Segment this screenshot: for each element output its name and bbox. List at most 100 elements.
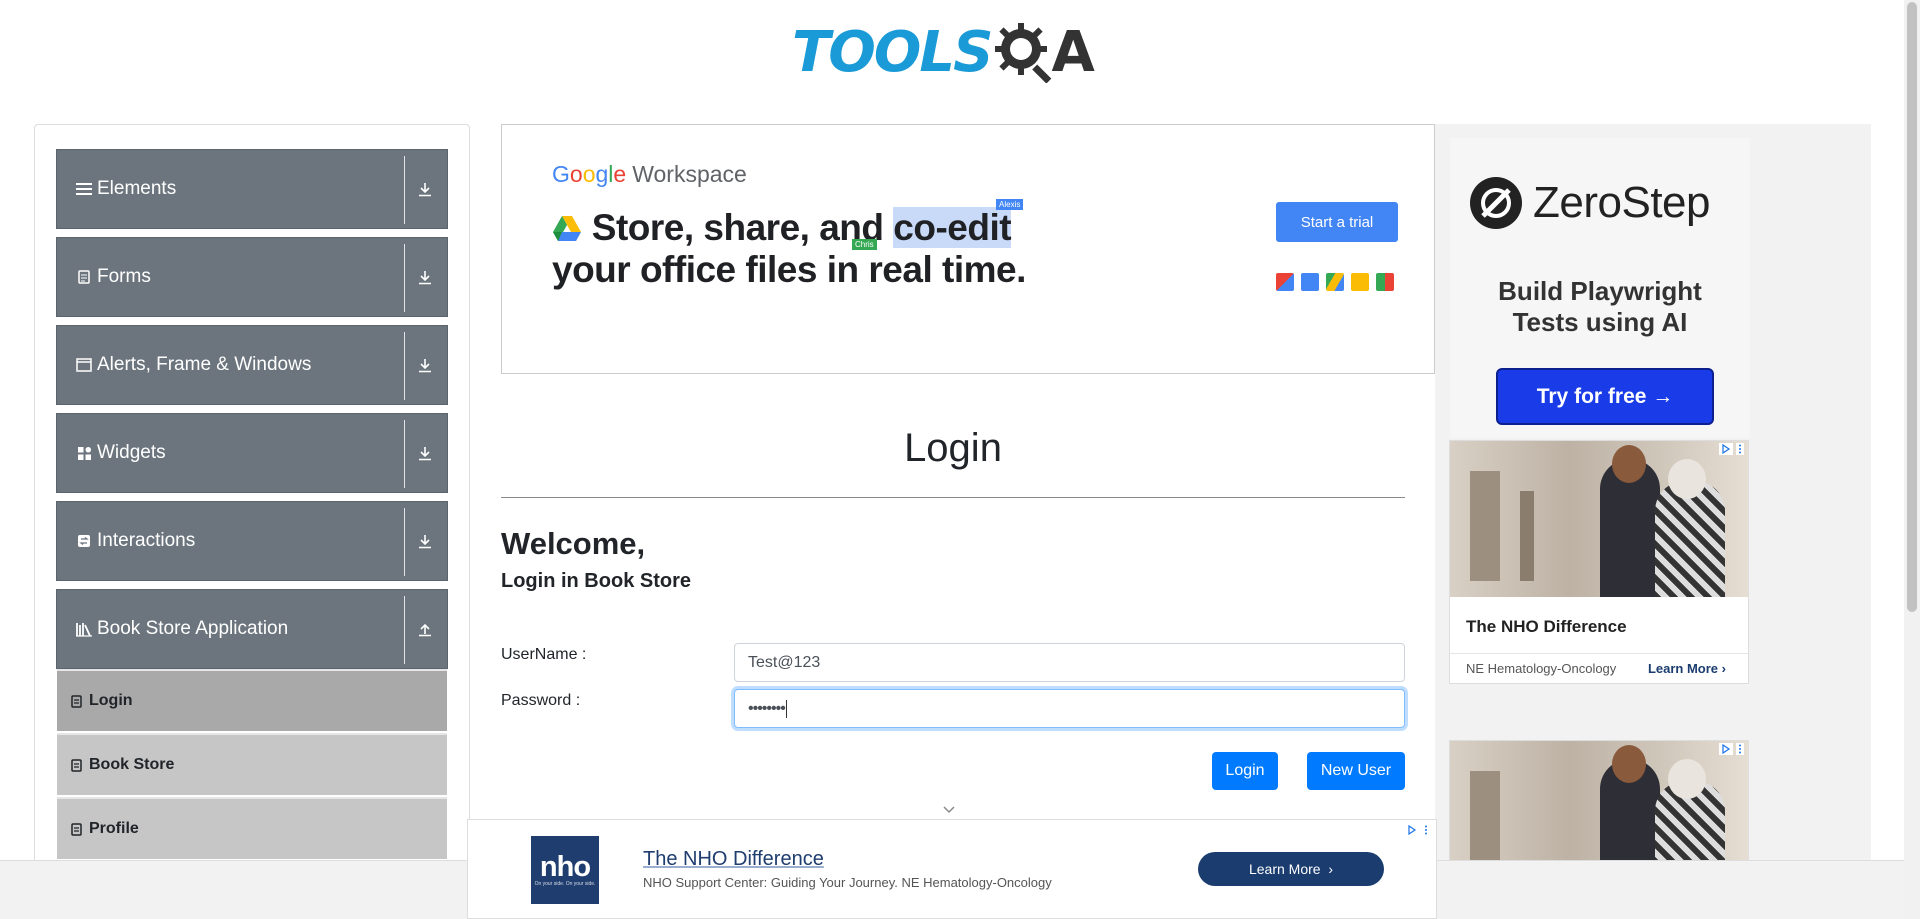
collaborator-tag-alexis: Alexis bbox=[996, 199, 1024, 210]
nho-ad-card[interactable]: The NHO Difference NE Hematology-Oncolog… bbox=[1449, 440, 1749, 684]
download-arrow-icon[interactable] bbox=[413, 264, 437, 290]
sidebar-item-profile[interactable]: Profile bbox=[57, 797, 447, 859]
start-trial-button[interactable]: Start a trial bbox=[1276, 202, 1398, 242]
page-scrollbar[interactable] bbox=[1904, 0, 1920, 919]
sidebar-group-label: Forms bbox=[97, 266, 151, 287]
sidebar-group-widgets[interactable]: Widgets bbox=[56, 413, 448, 493]
username-label: UserName : bbox=[501, 646, 587, 663]
nho-card-footer: NE Hematology-Oncology Learn More › bbox=[1450, 653, 1748, 683]
password-field[interactable]: •••••••• bbox=[734, 689, 1405, 728]
divider bbox=[404, 332, 405, 400]
zerostep-tagline: Build Playwright Tests using AI bbox=[1450, 276, 1750, 338]
bottom-ad-learn-more-button[interactable]: Learn More › bbox=[1198, 852, 1384, 886]
text-cursor bbox=[785, 699, 787, 718]
password-value: •••••••• bbox=[748, 699, 786, 717]
sidebar-group-alerts[interactable]: Alerts, Frame & Windows bbox=[56, 325, 448, 405]
photo-person bbox=[1612, 445, 1646, 483]
workspace-apps-icons bbox=[1276, 273, 1394, 291]
books-icon bbox=[73, 621, 95, 637]
bottom-ad-description: NHO Support Center: Guiding Your Journey… bbox=[643, 875, 1052, 890]
divider bbox=[404, 156, 405, 224]
google-drive-icon bbox=[553, 216, 581, 241]
right-ad-column: ZeroStep Build Playwright Tests using AI… bbox=[1435, 124, 1871, 919]
welcome-subtitle: Login in Book Store bbox=[501, 570, 691, 592]
download-arrow-icon[interactable] bbox=[413, 176, 437, 202]
nho-card-source: NE Hematology-Oncology bbox=[1466, 661, 1617, 676]
nho-card-title: The NHO Difference bbox=[1466, 617, 1627, 636]
new-user-button[interactable]: New User bbox=[1307, 752, 1405, 790]
drive-icon bbox=[1326, 273, 1344, 291]
adchoices-icon[interactable] bbox=[1405, 824, 1430, 836]
sidebar-group-label: Interactions bbox=[97, 530, 196, 551]
nho-logo-tagline: On your side. On your side. bbox=[534, 881, 596, 887]
nho-logo-text: nho bbox=[539, 851, 591, 883]
headline-line-2: your office files in real time. bbox=[552, 249, 1026, 291]
login-button[interactable]: Login bbox=[1212, 752, 1278, 790]
headline-text: Store, share, and bbox=[591, 207, 894, 248]
chevron-down-icon[interactable] bbox=[939, 802, 959, 816]
gmail-icon bbox=[1276, 273, 1294, 291]
headline-text: your office files in bbox=[552, 249, 869, 290]
document-icon bbox=[71, 822, 85, 836]
welcome-heading: Welcome, bbox=[501, 526, 646, 561]
sidebar-group-book-store[interactable]: Book Store Application bbox=[56, 589, 448, 669]
tagline-line: Tests using AI bbox=[1512, 307, 1688, 337]
sidebar-group-forms[interactable]: Forms bbox=[56, 237, 448, 317]
zerostep-icon bbox=[1470, 177, 1522, 229]
sidebar-group-elements[interactable]: Elements bbox=[56, 149, 448, 229]
hamburger-icon bbox=[73, 182, 95, 196]
adchoices-icon[interactable] bbox=[1719, 443, 1744, 455]
divider bbox=[404, 244, 405, 312]
headline-highlight: co-edit bbox=[893, 207, 1012, 248]
bottom-ad-title[interactable]: The NHO Difference bbox=[643, 848, 824, 871]
divider bbox=[404, 508, 405, 576]
gear-magnifier-icon bbox=[995, 23, 1052, 83]
password-label: Password : bbox=[501, 692, 581, 709]
brand-letter: o bbox=[569, 161, 583, 187]
brand-letter: g bbox=[595, 161, 609, 187]
download-arrow-icon[interactable] bbox=[413, 352, 437, 378]
divider bbox=[501, 497, 1405, 498]
upload-arrow-icon[interactable] bbox=[413, 616, 437, 642]
brand-letter: G bbox=[552, 161, 570, 187]
page-title: Login bbox=[904, 426, 1002, 470]
google-wordmark: Google bbox=[552, 161, 626, 188]
sidebar-group-label: Elements bbox=[97, 178, 177, 199]
sidebar-group-label: Alerts, Frame & Windows bbox=[97, 354, 312, 375]
zerostep-ad[interactable]: ZeroStep Build Playwright Tests using AI… bbox=[1450, 138, 1750, 438]
nho-learn-more-link[interactable]: Learn More › bbox=[1648, 661, 1726, 676]
sidebar-item-login[interactable]: Login bbox=[57, 669, 447, 731]
scrollbar-thumb[interactable] bbox=[1907, 2, 1917, 612]
download-arrow-icon[interactable] bbox=[413, 528, 437, 554]
collaborator-tag-chris: Chris bbox=[852, 239, 877, 250]
zerostep-logo: ZeroStep bbox=[1469, 176, 1710, 230]
username-field[interactable]: Test@123 bbox=[734, 643, 1405, 682]
sidebar-item-label: Book Store bbox=[89, 756, 175, 773]
logo-text: TOOLS bbox=[792, 19, 993, 85]
sidebar-group-interactions[interactable]: Interactions bbox=[56, 501, 448, 581]
sidebar-item-label: Login bbox=[89, 692, 133, 709]
sidebar-item-label: Profile bbox=[89, 820, 139, 837]
workspace-label: Workspace bbox=[632, 161, 747, 187]
docs-icon bbox=[1351, 273, 1369, 291]
photo-detail bbox=[1470, 471, 1500, 581]
adchoices-icon[interactable] bbox=[1719, 743, 1744, 755]
sidebar-group-label: Book Store Application bbox=[97, 618, 289, 639]
brand-letter: e bbox=[613, 161, 627, 187]
photo-detail bbox=[1520, 491, 1534, 581]
brand-letter: o bbox=[582, 161, 596, 187]
page: TOOLS A Elements Forms Alerts, Frame & W… bbox=[0, 0, 1920, 919]
toolsqa-logo[interactable]: TOOLS A bbox=[792, 14, 1116, 90]
try-for-free-button[interactable]: Try for free → bbox=[1496, 368, 1714, 425]
zerostep-name: ZeroStep bbox=[1533, 178, 1710, 227]
sidebar-group-label: Widgets bbox=[97, 442, 166, 463]
tagline-line: Build Playwright bbox=[1498, 276, 1702, 306]
learn-more-label: Learn More bbox=[1647, 661, 1719, 676]
calendar-icon bbox=[1301, 273, 1319, 291]
sidebar-item-book-store[interactable]: Book Store bbox=[57, 733, 447, 795]
google-workspace-ad[interactable]: Google Workspace Store, share, and co-ed… bbox=[501, 124, 1435, 374]
ad-headline: Store, share, and co-edit your office fi… bbox=[552, 207, 1026, 291]
download-arrow-icon[interactable] bbox=[413, 440, 437, 466]
nho-bottom-ad[interactable]: nho On your side. On your side. The NHO … bbox=[467, 819, 1437, 919]
document-icon bbox=[71, 694, 85, 708]
